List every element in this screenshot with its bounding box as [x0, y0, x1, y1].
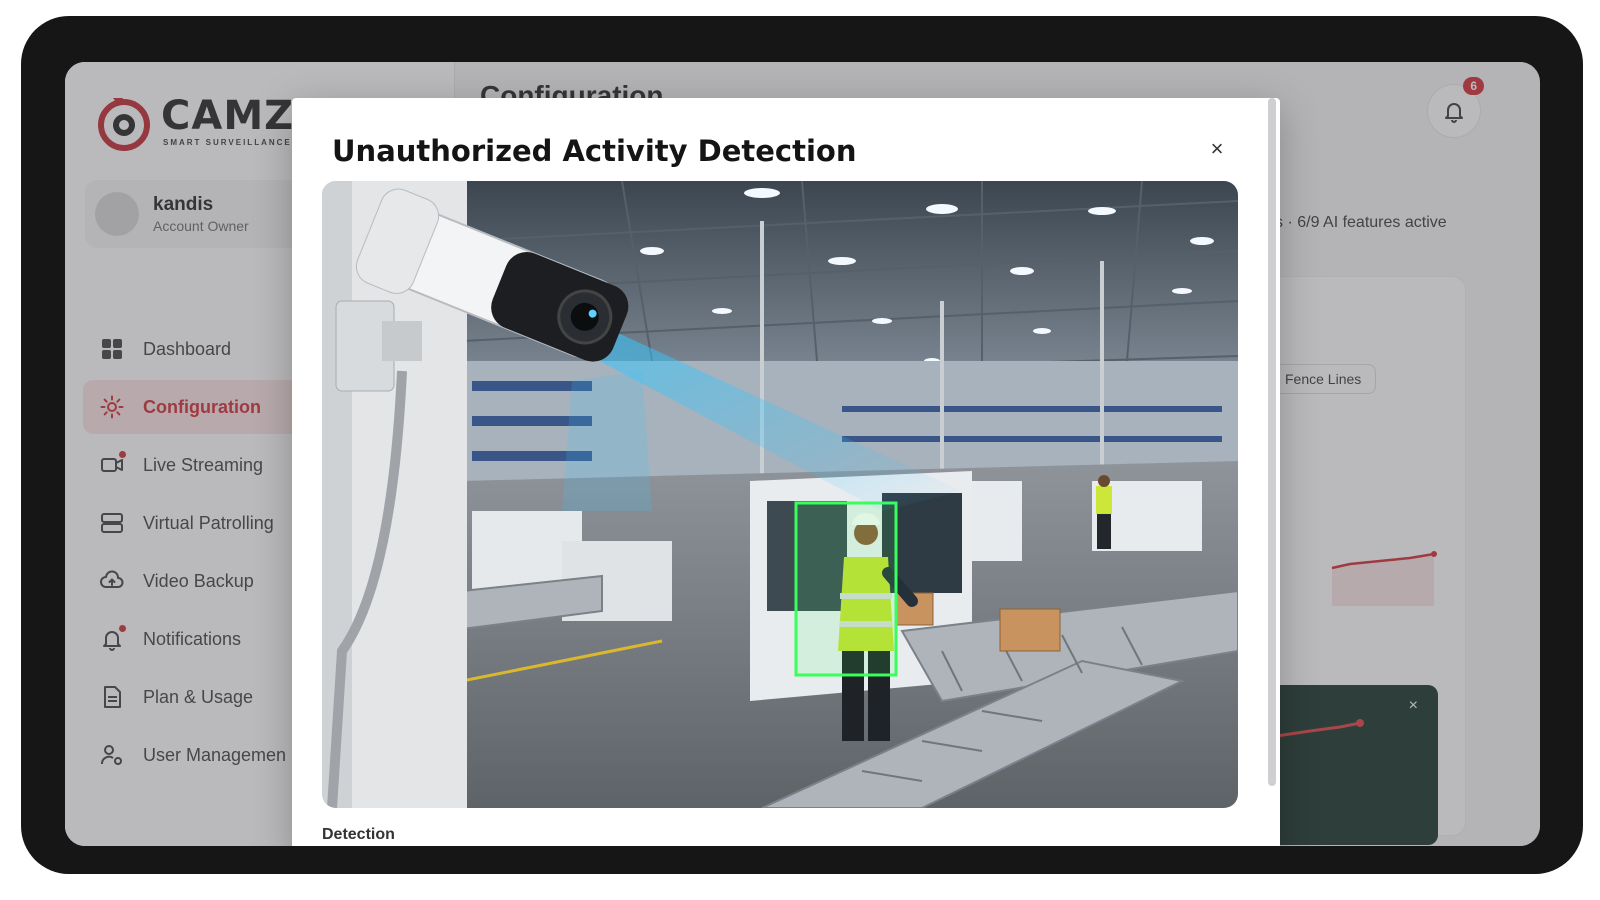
device-frame: CAMZ SMART SURVEILLANCE, S kandis Accoun…: [21, 16, 1583, 874]
section-heading: Detection: [322, 826, 395, 843]
factory-camera-image: [322, 181, 1238, 808]
detection-modal: Unauthorized Activity Detection × Detect…: [292, 98, 1280, 846]
close-button[interactable]: ×: [1202, 134, 1232, 164]
modal-scrollbar[interactable]: [1268, 98, 1276, 786]
modal-title: Unauthorized Activity Detection: [332, 134, 857, 168]
app-screen: CAMZ SMART SURVEILLANCE, S kandis Accoun…: [65, 62, 1540, 846]
